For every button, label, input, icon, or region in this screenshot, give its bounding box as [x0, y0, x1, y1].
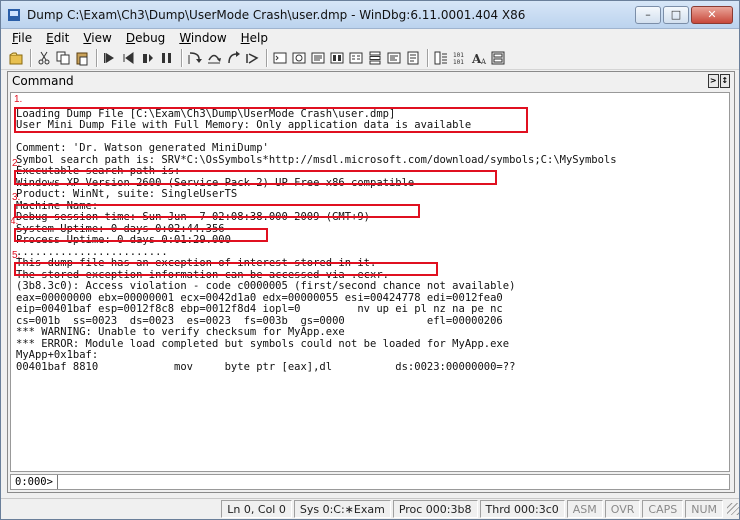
status-num: NUM [685, 500, 723, 518]
font-icon[interactable]: AA [470, 49, 488, 67]
toolbar-separator [266, 49, 267, 67]
command-output[interactable]: Loading Dump File [C:\Exam\Ch3\Dump\User… [10, 92, 730, 472]
maximize-button[interactable]: □ [663, 5, 689, 24]
highlight-box-5 [14, 262, 438, 276]
svg-text:A: A [480, 58, 487, 66]
highlight-box-2 [14, 170, 497, 185]
resize-grip[interactable] [727, 503, 739, 515]
annotation-number-4: 4. [10, 216, 19, 227]
toolbar-separator [181, 49, 182, 67]
app-icon [8, 8, 20, 21]
menu-label-rest: indow [190, 31, 227, 45]
minimize-button[interactable]: – [635, 5, 661, 24]
title-bar[interactable]: Dump C:\Exam\Ch3\Dump\UserMode Crash\use… [1, 1, 739, 29]
command-bar: 0:000> [10, 474, 730, 490]
menu-label-rest: dit [53, 31, 70, 45]
menu-accelerator-key: D [125, 31, 136, 45]
output-line: Product: WinNt, suite: SingleUserTS [16, 188, 238, 200]
output-line: (3b8.3c0): Access violation - code c0000… [16, 280, 516, 292]
dock-window-icon[interactable]: > ↕ [708, 74, 730, 88]
toolbar-separator [427, 49, 428, 67]
status-bar: Ln 0, Col 0 Sys 0:C:∗Exam Proc 000:3b8 T… [1, 498, 739, 519]
command-window-icon[interactable] [271, 49, 289, 67]
call-stack-icon[interactable] [366, 49, 384, 67]
status-proc: Proc 000:3b8 [392, 500, 478, 518]
run-to-cursor-icon[interactable] [243, 49, 261, 67]
paste-icon[interactable] [73, 49, 91, 67]
registers-icon[interactable] [328, 49, 346, 67]
menu-label-rest: ebug [135, 31, 166, 45]
locals-icon[interactable] [309, 49, 327, 67]
highlight-box-4 [14, 228, 268, 242]
command-panel: Command > ↕ Loading Dump File [C:\Exam\Ch… [7, 71, 735, 493]
menu-label-rest: iew [91, 31, 112, 45]
window-title: Dump C:\Exam\Ch3\Dump\UserMode Crash\use… [27, 7, 526, 22]
output-line: MyApp+0x1baf: [16, 349, 99, 361]
menu-edit[interactable]: Edit [39, 31, 76, 45]
output-line: 00401baf 8810 mov byte ptr [eax],dl ds:0… [16, 360, 516, 373]
break-icon[interactable] [158, 49, 176, 67]
annotation-number-5: 5. [12, 250, 21, 261]
command-prompt: 0:000> [11, 475, 58, 489]
options-icon[interactable] [489, 49, 507, 67]
go-icon[interactable] [101, 49, 119, 67]
step-over-icon[interactable] [205, 49, 223, 67]
menu-accelerator-key: H [240, 31, 250, 45]
svg-text:101: 101 [453, 52, 464, 59]
command-input[interactable] [57, 475, 729, 489]
toolbar: 101 101 A A [1, 47, 739, 70]
status-thrd: Thrd 000:3c0 [479, 500, 565, 518]
output-line: eip=00401baf esp=0012f8c8 ebp=0012f8d4 i… [16, 303, 503, 315]
menu-accelerator-key: E [46, 31, 54, 45]
toolbar-separator [30, 49, 31, 67]
open-icon[interactable] [7, 49, 25, 67]
step-into-icon[interactable] [186, 49, 204, 67]
windbg-window: Dump C:\Exam\Ch3\Dump\UserMode Crash\use… [0, 0, 740, 520]
memory-icon[interactable] [347, 49, 365, 67]
command-panel-title: Command [12, 74, 74, 88]
hex-mode-icon[interactable]: 101 101 [451, 49, 469, 67]
disassembly-icon[interactable] [385, 49, 403, 67]
status-ovr: OVR [604, 500, 641, 518]
source-mode-icon[interactable] [432, 49, 450, 67]
menu-window[interactable]: Window [172, 31, 233, 45]
status-sys: Sys 0:C:∗Exam [293, 500, 391, 518]
status-ln-col: Ln 0, Col 0 [221, 500, 292, 518]
status-caps: CAPS [642, 500, 684, 518]
toolbar-separator [96, 49, 97, 67]
menu-file[interactable]: File [5, 31, 39, 45]
restart-icon[interactable] [120, 49, 138, 67]
highlight-box-3 [14, 204, 420, 218]
output-line: *** WARNING: Unable to verify checksum f… [16, 326, 345, 338]
menu-help[interactable]: Help [234, 31, 275, 45]
close-button[interactable]: ✕ [691, 5, 733, 24]
status-asm: ASM [566, 500, 603, 518]
svg-text:101: 101 [453, 59, 464, 66]
menu-debug[interactable]: Debug [119, 31, 172, 45]
step-out-icon[interactable] [224, 49, 242, 67]
menu-view[interactable]: View [76, 31, 118, 45]
menu-accelerator-key: W [179, 31, 191, 45]
output-line: *** ERROR: Module load completed but sym… [16, 337, 510, 350]
menu-label-rest: elp [249, 31, 269, 45]
output-line: Comment: 'Dr. Watson generated MiniDump' [16, 142, 269, 154]
highlight-box-1 [14, 107, 528, 133]
menu-label-rest: ile [18, 31, 33, 45]
copy-icon[interactable] [54, 49, 72, 67]
annotation-number-2: 2. [12, 158, 21, 169]
menu-bar: File Edit View Debug Window Help [1, 29, 739, 47]
annotation-number-3: 3. [12, 192, 21, 203]
annotation-number-1: 1. [14, 94, 23, 105]
cut-icon[interactable] [35, 49, 53, 67]
scratch-pad-icon[interactable] [404, 49, 422, 67]
stop-icon[interactable] [139, 49, 157, 67]
watch-icon[interactable] [290, 49, 308, 67]
